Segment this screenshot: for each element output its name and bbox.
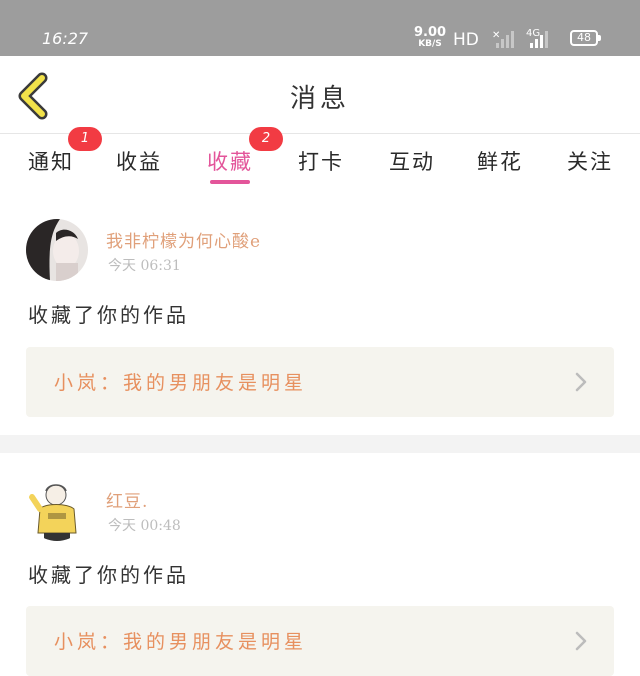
avatar-image: [26, 219, 88, 281]
user-name[interactable]: 我非柠檬为何心酸e: [106, 227, 261, 252]
tab-notifications[interactable]: 通知: [28, 146, 74, 176]
tab-earnings[interactable]: 收益: [116, 146, 162, 176]
avatar[interactable]: [26, 479, 88, 541]
tab-checkin[interactable]: 打卡: [298, 146, 344, 176]
action-text: 收藏了你的作品: [28, 563, 189, 587]
signal-4g-label: 4G: [526, 28, 541, 39]
work-link[interactable]: 小岚：我的男朋友是明星: [26, 606, 614, 676]
tab-bar: 通知 1 收益 收藏 2 打卡 互动 鲜花 关注: [0, 127, 640, 194]
user-name[interactable]: 红豆.: [106, 487, 148, 512]
message-time: 今天 06:31: [108, 258, 181, 274]
tab-following[interactable]: 关注: [567, 146, 613, 176]
page-title: 消息: [289, 84, 350, 114]
message-card: 我非柠檬为何心酸e 今天 06:31 收藏了你的作品 小岚：我的男朋友是明星: [0, 195, 640, 435]
no-signal-icon: ✕: [492, 30, 501, 41]
notifications-badge: 1: [68, 127, 102, 151]
section-divider: [0, 435, 640, 453]
status-time: 16:27: [42, 29, 89, 48]
hd-indicator: HD: [453, 30, 479, 50]
message-card: 红豆. 今天 00:48 收藏了你的作品 小岚：我的男朋友是明星: [0, 453, 640, 676]
work-title: 小岚：我的男朋友是明星: [54, 372, 308, 394]
work-link[interactable]: 小岚：我的男朋友是明星: [26, 347, 614, 417]
title-bar: 消息: [0, 56, 640, 134]
avatar[interactable]: [26, 219, 88, 281]
tab-favorites[interactable]: 收藏: [207, 146, 253, 184]
tab-interaction[interactable]: 互动: [389, 146, 435, 176]
message-time: 今天 00:48: [108, 518, 181, 534]
chevron-right-icon: [575, 631, 587, 651]
action-text: 收藏了你的作品: [28, 303, 189, 327]
chevron-right-icon: [575, 372, 587, 392]
work-title: 小岚：我的男朋友是明星: [54, 631, 308, 653]
tab-flowers[interactable]: 鲜花: [477, 146, 523, 176]
active-tab-indicator: [210, 180, 250, 184]
battery-icon: 48: [570, 30, 601, 46]
avatar-image: [26, 479, 88, 541]
favorites-badge: 2: [249, 127, 283, 151]
network-speed: 9.00 KB/S: [414, 25, 447, 49]
status-bar: 16:27 9.00 KB/S HD ✕ 4G 48: [0, 0, 640, 56]
